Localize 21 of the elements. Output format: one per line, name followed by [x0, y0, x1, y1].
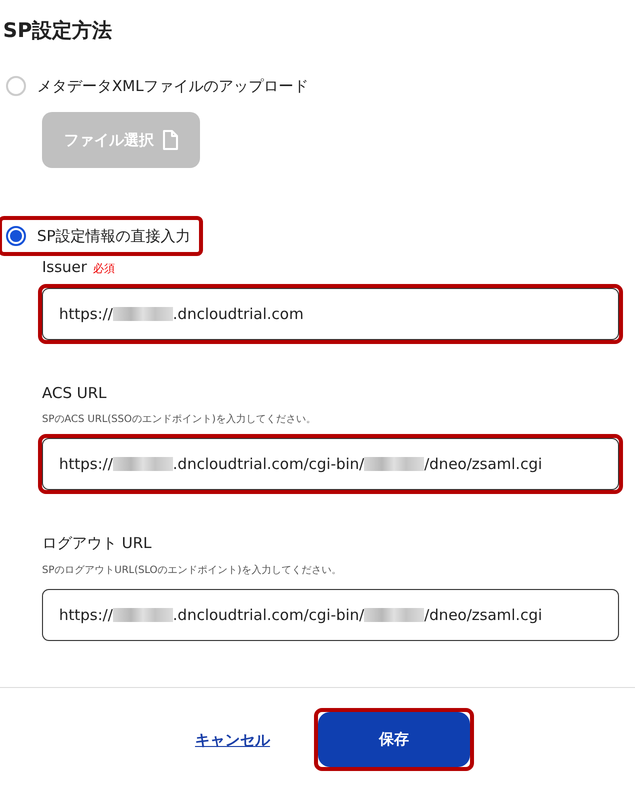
field-label: Issuer: [42, 258, 87, 276]
field-hint: SPのログアウトURL(SLOのエンドポイント)を入力してください。: [41, 564, 342, 577]
radio-button[interactable]: [6, 226, 26, 246]
section-heading: SP設定方法: [2, 17, 114, 44]
input-field[interactable]: https:// .dncloudtrial.com/cgi-bin/ /dneo/zsaml.cgi: [42, 589, 619, 641]
option-label[interactable]: SP設定情報の直接入力: [37, 226, 191, 246]
field-label: ACS URL: [42, 384, 107, 402]
option-label[interactable]: メタデータXMLファイルのアップロード: [37, 76, 309, 96]
input-field[interactable]: https:// .dncloudtrial.com/cgi-bin/ /dneo/zsaml.cgi: [42, 438, 619, 490]
blur-mark: [112, 307, 173, 321]
document-icon: [162, 130, 178, 150]
blur-mark: [112, 608, 173, 622]
blur-mark: [112, 457, 173, 471]
field-hint: SPのACS URL(SSOのエンドポイント)を入力してください。: [41, 412, 317, 426]
blur-mark: [364, 457, 424, 471]
input-field[interactable]: https:// .dncloudtrial.com: [42, 288, 619, 340]
save-button[interactable]: 保存: [318, 712, 470, 767]
cancel-link[interactable]: キャンセル: [195, 730, 270, 748]
field-label: ログアウト URL: [42, 534, 152, 553]
required-marker: 必須: [92, 261, 115, 276]
blur-mark: [364, 608, 424, 622]
